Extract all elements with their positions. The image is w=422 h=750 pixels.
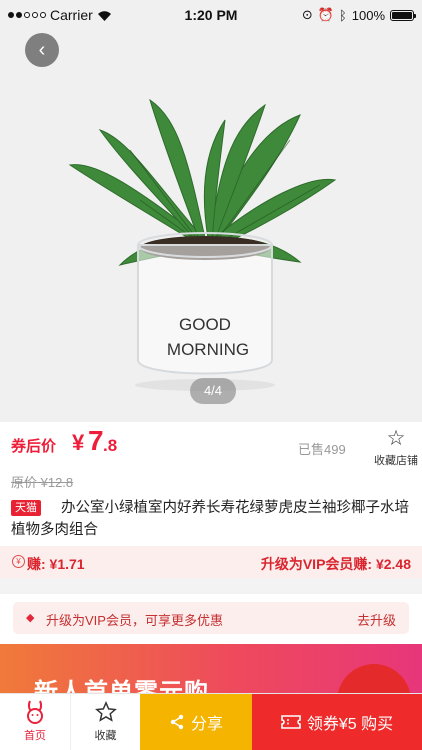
battery-icon (390, 9, 416, 21)
section-divider (0, 578, 422, 594)
ticket-icon (281, 715, 301, 729)
vip-earn-amount: 升级为VIP会员赚: ¥2.48 (260, 556, 411, 572)
star-outline-icon (71, 700, 140, 724)
earn-row: ¥ 赚: ¥1.71 升级为VIP会员赚: ¥2.48 (0, 546, 422, 578)
rabbit-home-icon (0, 700, 70, 724)
coupon-buy-button[interactable]: 领券¥5 购买 (252, 694, 422, 750)
status-bar: Carrier 1:20 PM ⊙ ⏰ ᛒ 100% (0, 0, 422, 30)
earn-amount: 赚: ¥1.71 (27, 556, 85, 572)
price-decimal: .8 (103, 436, 118, 455)
price-currency: ¥ (72, 430, 85, 455)
product-image-gallery[interactable]: GOOD MORNING 4/4 (0, 0, 422, 422)
location-icon: ⊙ (301, 7, 313, 22)
favorite-shop-button[interactable]: ☆ 收藏店铺 (370, 428, 422, 468)
wifi-icon (97, 10, 111, 21)
tab-favorite[interactable]: 收藏 (70, 694, 140, 750)
tab-home-label: 首页 (24, 730, 46, 742)
product-title-block: 天猫 办公室小绿植室内好养长寿花绿萝虎皮兰袖珍椰子水培植物多肉组合 (0, 494, 422, 546)
battery-percent: 100% (351, 7, 385, 23)
pot-text-good: GOOD (179, 315, 231, 334)
share-label: 分享 (190, 716, 223, 733)
chevron-left-icon: ‹ (38, 38, 46, 61)
signal-icon (8, 12, 46, 18)
tab-favorite-label: 收藏 (94, 730, 117, 742)
star-icon: ☆ (386, 427, 406, 450)
image-page-indicator: 4/4 (190, 378, 236, 404)
original-price-row: 原价 ¥12.8 (0, 468, 422, 494)
price-section: 券后价 ¥ 7 .8 已售499 ☆ 收藏店铺 (0, 422, 422, 468)
product-title: 办公室小绿植室内好养长寿花绿萝虎皮兰袖珍椰子水培植物多肉组合 (11, 500, 409, 538)
promo-banner[interactable]: 新人首单零元购 (0, 644, 422, 700)
share-icon (170, 714, 184, 730)
bottom-action-bar: 首页 收藏 分享 领券¥5 购买 (0, 693, 422, 750)
vip-upgrade-text: 升级为VIP会员，可享更多优惠 (46, 613, 223, 628)
vip-upgrade-card: ◆ 升级为VIP会员，可享更多优惠 去升级 (0, 594, 422, 644)
diamond-icon: ◆ (26, 612, 35, 624)
back-button[interactable]: ‹ (25, 33, 59, 67)
sold-count: 已售499 (298, 442, 346, 457)
pot-text-morning: MORNING (167, 340, 249, 359)
tab-home[interactable]: 首页 (0, 694, 70, 750)
yen-coin-icon: ¥ (12, 555, 25, 568)
original-price: 原价 ¥12.8 (11, 475, 74, 490)
share-button[interactable]: 分享 (140, 694, 252, 750)
bluetooth-icon: ᛒ (338, 7, 347, 23)
favorite-shop-label: 收藏店铺 (374, 455, 418, 467)
vip-upgrade-banner[interactable]: ◆ 升级为VIP会员，可享更多优惠 去升级 (13, 602, 409, 634)
coupon-price-label: 券后价 (11, 438, 57, 455)
carrier-name: Carrier (50, 7, 93, 23)
vip-upgrade-link[interactable]: 去升级 (357, 610, 396, 629)
price-integer: 7 (88, 425, 104, 456)
product-photo: GOOD MORNING (0, 0, 422, 422)
alarm-icon: ⏰ (317, 7, 334, 22)
coupon-buy-label: 领券¥5 购买 (306, 716, 394, 733)
